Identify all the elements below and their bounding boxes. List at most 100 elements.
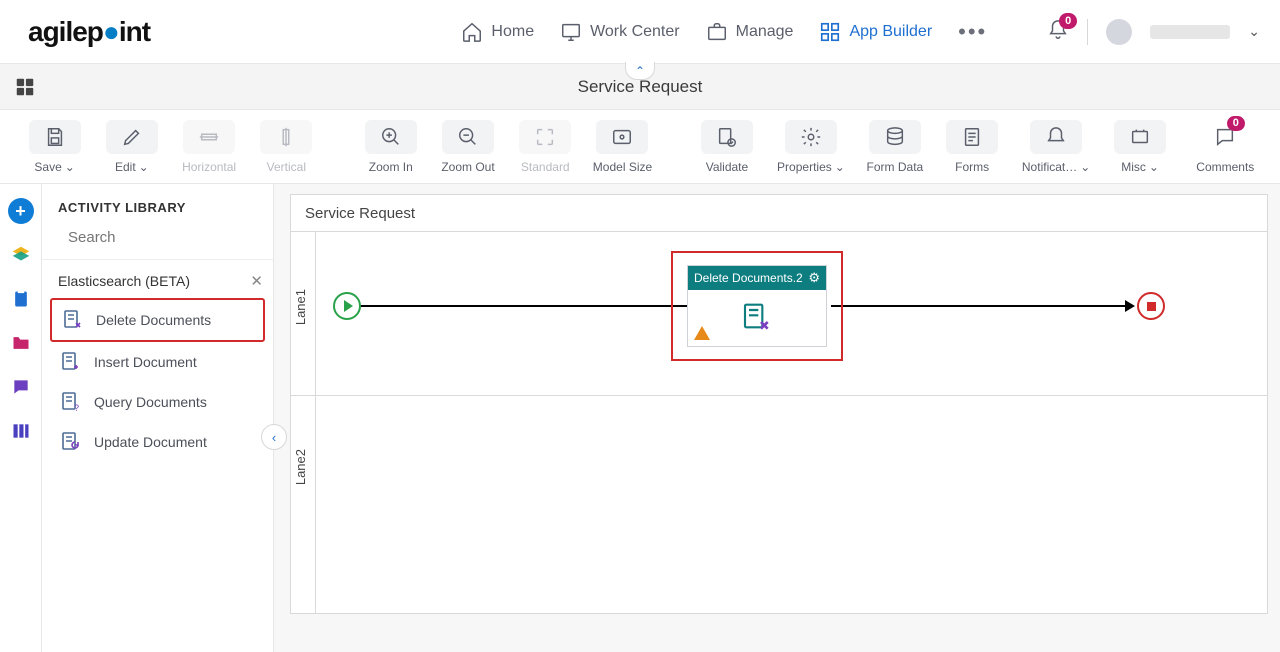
save-button[interactable]: Save⌄	[20, 120, 89, 174]
misc-button[interactable]: Misc⌄	[1105, 120, 1174, 174]
chevron-up-icon: ⌃	[635, 64, 645, 78]
logo: agilep●int	[28, 16, 150, 48]
lane1-label: Lane1	[293, 289, 308, 325]
activity-header: Delete Documents.2 ⚙	[688, 266, 826, 290]
start-node[interactable]	[333, 292, 361, 320]
lane-divider	[291, 231, 1267, 232]
vertical-button[interactable]: Vertical	[252, 120, 321, 174]
document-delete-icon	[740, 302, 774, 334]
comments-button[interactable]: 0 Comments	[1191, 120, 1260, 174]
horizontal-button[interactable]: Horizontal	[174, 120, 243, 174]
edit-icon	[121, 126, 143, 148]
layers-icon	[10, 244, 32, 266]
library-section-title: Elasticsearch (BETA)	[58, 273, 190, 289]
chevron-down-icon: ⌄	[139, 160, 149, 174]
avatar[interactable]	[1106, 19, 1132, 45]
edit-button[interactable]: Edit⌄	[97, 120, 166, 174]
nav-workcenter[interactable]: Work Center	[560, 21, 680, 43]
rail-clipboard[interactable]	[8, 286, 34, 312]
library-item-update-document[interactable]: Update Document	[50, 422, 265, 462]
rail-chat[interactable]	[8, 374, 34, 400]
library-section-header: Elasticsearch (BETA) ✕	[42, 260, 273, 298]
nav-appbuilder[interactable]: App Builder	[819, 21, 932, 43]
process-canvas[interactable]: Service Request Lane1 Lane2 Delete Docum…	[290, 194, 1268, 614]
folder-icon	[10, 333, 32, 353]
activity-library-panel: ACTIVITY LIBRARY Elasticsearch (BETA) ✕ …	[42, 184, 274, 652]
page-title: Service Request	[578, 77, 703, 97]
zoom-out-button[interactable]: Zoom Out	[433, 120, 502, 174]
monitor-icon	[560, 21, 582, 43]
align-vertical-icon	[275, 126, 297, 148]
document-update-icon	[58, 430, 84, 454]
app-menu-button[interactable]	[8, 70, 42, 104]
arrowhead-icon	[1125, 300, 1135, 312]
nav-home-label: Home	[491, 23, 534, 41]
misc-icon	[1129, 126, 1151, 148]
comments-badge: 0	[1227, 116, 1245, 131]
activity-title: Delete Documents.2	[694, 271, 803, 285]
rail-add[interactable]: +	[8, 198, 34, 224]
library-search-input[interactable]	[68, 229, 267, 246]
user-menu-chevron[interactable]: ⌄	[1248, 23, 1260, 40]
document-query-icon: ?	[58, 390, 84, 414]
flow-connector	[359, 305, 691, 307]
standard-zoom-button[interactable]: Standard	[511, 120, 580, 174]
toolbar: Save⌄ Edit⌄ Horizontal Vertical Zoom In …	[0, 110, 1280, 184]
library-heading: ACTIVITY LIBRARY	[42, 184, 273, 227]
user-name	[1150, 25, 1230, 39]
library-item-label: Insert Document	[94, 354, 197, 371]
end-node[interactable]	[1137, 292, 1165, 320]
chevron-down-icon: ⌄	[1149, 160, 1159, 174]
document-delete-icon	[60, 308, 86, 332]
nav-manage[interactable]: Manage	[706, 21, 794, 43]
forms-button[interactable]: Forms	[938, 120, 1007, 174]
activity-delete-documents[interactable]: Delete Documents.2 ⚙	[687, 265, 827, 347]
library-item-label: Delete Documents	[96, 312, 211, 329]
lane-header-divider	[315, 231, 316, 613]
nav-manage-label: Manage	[736, 23, 794, 41]
main: + ACTIVITY LIBRARY Elasticsearch (BETA) …	[0, 184, 1280, 652]
nav-home[interactable]: Home	[461, 21, 534, 43]
notifications-badge: 0	[1059, 13, 1077, 29]
notifications-button[interactable]: Notificat…⌄	[1015, 120, 1098, 174]
validate-icon	[716, 126, 738, 148]
grid-icon	[14, 76, 36, 98]
library-item-label: Update Document	[94, 434, 207, 451]
apps-icon	[819, 21, 841, 43]
rail-layers[interactable]	[8, 242, 34, 268]
model-size-icon	[611, 126, 633, 148]
align-horizontal-icon	[198, 126, 220, 148]
library-item-delete-documents[interactable]: Delete Documents	[50, 298, 265, 342]
notifications-button[interactable]: 0	[1047, 19, 1069, 44]
rail-columns[interactable]	[8, 418, 34, 444]
model-size-button[interactable]: Model Size	[588, 120, 657, 174]
nav-appbuilder-label: App Builder	[849, 23, 932, 41]
briefcase-icon	[706, 21, 728, 43]
columns-icon	[10, 421, 32, 441]
canvas-title: Service Request	[291, 195, 1267, 232]
chevron-down-icon: ⌄	[1080, 160, 1090, 174]
form-icon	[961, 126, 983, 148]
library-item-insert-document[interactable]: Insert Document	[50, 342, 265, 382]
validate-button[interactable]: Validate	[692, 120, 761, 174]
top-nav: agilep●int Home Work Center Manage App B…	[0, 0, 1280, 64]
database-icon	[884, 126, 906, 148]
warning-icon	[694, 326, 710, 340]
activity-body	[688, 290, 826, 346]
chat-icon	[10, 377, 32, 397]
zoom-out-icon	[457, 126, 479, 148]
gear-icon	[800, 126, 822, 148]
form-data-button[interactable]: Form Data	[860, 120, 929, 174]
save-icon	[44, 126, 66, 148]
library-item-query-documents[interactable]: ? Query Documents	[50, 382, 265, 422]
bell-icon	[1045, 126, 1067, 148]
zoom-in-button[interactable]: Zoom In	[356, 120, 425, 174]
activity-gear-icon[interactable]: ⚙	[808, 270, 820, 286]
home-icon	[461, 21, 483, 43]
close-section-button[interactable]: ✕	[250, 272, 263, 290]
properties-button[interactable]: Properties⌄	[770, 120, 853, 174]
nav-more[interactable]: •••	[958, 19, 987, 45]
chevron-down-icon: ⌄	[65, 160, 75, 174]
nav-workcenter-label: Work Center	[590, 23, 680, 41]
rail-folder[interactable]	[8, 330, 34, 356]
